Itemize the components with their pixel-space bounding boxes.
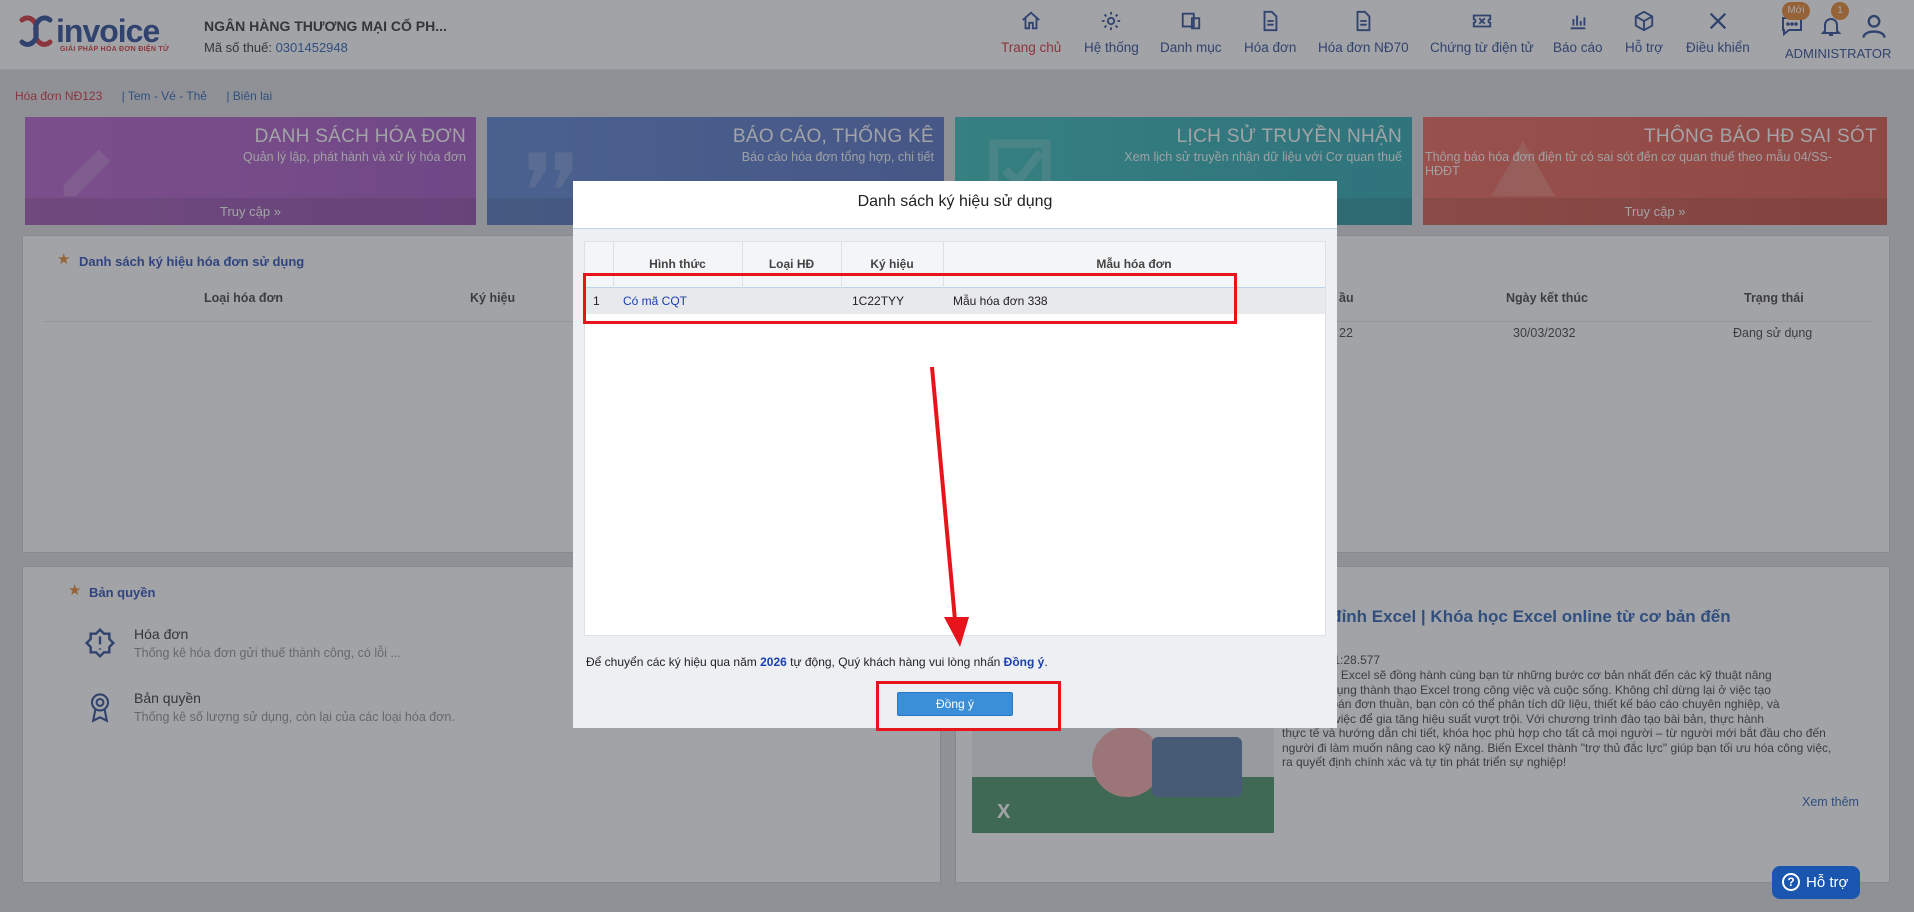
help-button[interactable]: ? Hỗ trợ: [1772, 866, 1860, 899]
question-icon: ?: [1782, 873, 1800, 891]
help-button-label: Hỗ trợ: [1806, 874, 1849, 891]
annotation-arrow: [930, 366, 969, 647]
